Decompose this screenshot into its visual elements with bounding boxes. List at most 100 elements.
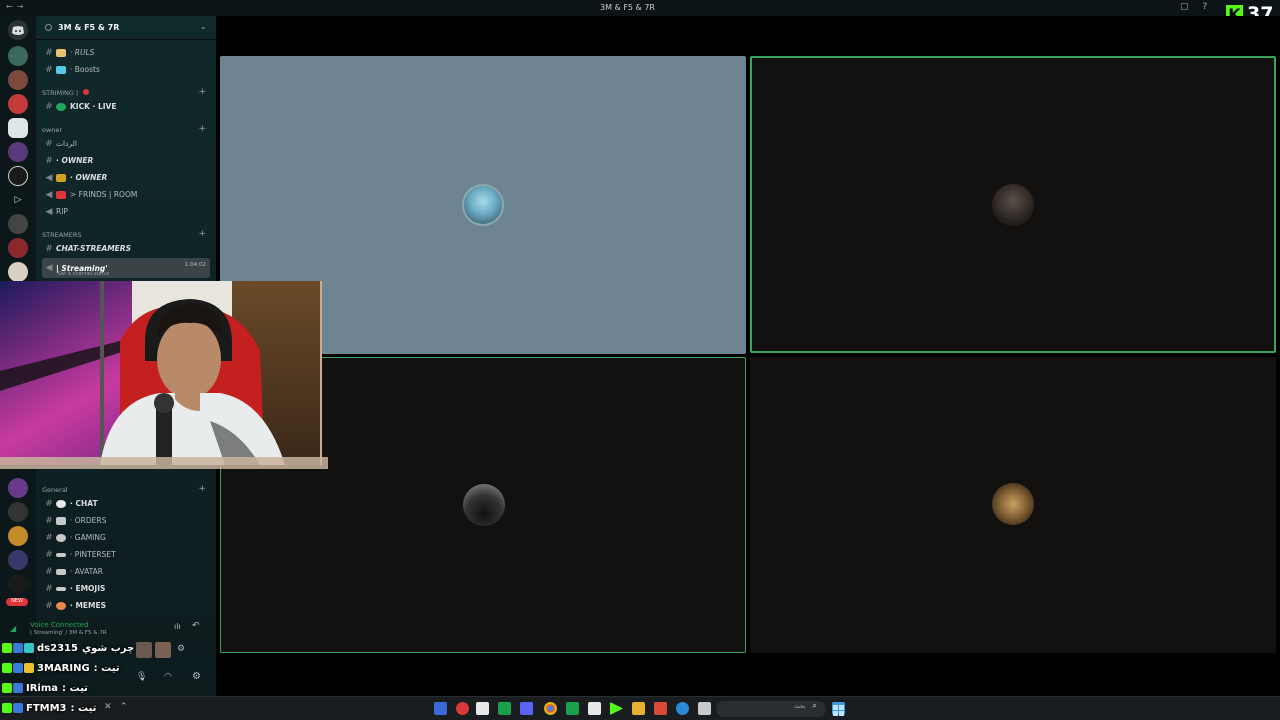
category-streaming[interactable]: STRIMING | + xyxy=(42,87,210,97)
play-icon[interactable]: ▷ xyxy=(8,190,28,210)
discord-taskbar-icon[interactable] xyxy=(520,702,533,715)
noise-suppression-icon[interactable]: ılı xyxy=(174,622,181,631)
chat-text: چرب شوي xyxy=(81,642,135,654)
server-icon[interactable] xyxy=(8,214,28,234)
server-icon[interactable] xyxy=(8,478,28,498)
kick-app-icon[interactable] xyxy=(610,702,623,715)
taskbar-app-icon[interactable] xyxy=(476,702,489,715)
category-general[interactable]: General + xyxy=(42,484,210,494)
edge-icon[interactable] xyxy=(676,702,689,715)
channel-chat-streamers[interactable]: # CHAT-STREAMERS xyxy=(42,241,210,256)
disconnect-icon[interactable]: ↶ xyxy=(192,621,200,631)
add-channel-icon[interactable]: + xyxy=(198,87,206,97)
xbox-icon[interactable] xyxy=(498,702,511,715)
speaker-icon: ◀ xyxy=(45,263,53,273)
server-icon[interactable] xyxy=(8,238,28,258)
taskbar-app-icon[interactable] xyxy=(434,702,447,715)
chat-badges xyxy=(2,703,23,713)
category-label: STREAMERS xyxy=(42,231,82,239)
crown-icon xyxy=(56,173,66,182)
excel-icon[interactable] xyxy=(566,702,579,715)
server-icon[interactable] xyxy=(8,526,28,546)
help-icon[interactable]: ? xyxy=(1203,2,1208,12)
channel-boosts[interactable]: # · Boosts xyxy=(42,62,210,77)
mute-icon[interactable]: ✕ xyxy=(104,702,112,712)
channel-label: RIP xyxy=(56,207,68,216)
server-icon[interactable] xyxy=(8,94,28,114)
pin-icon xyxy=(56,552,66,557)
hash-icon: # xyxy=(45,583,53,594)
channel-replies[interactable]: # الردات xyxy=(42,136,210,151)
channel-gaming[interactable]: # · GAMING xyxy=(42,530,210,545)
participant-tile[interactable] xyxy=(750,357,1276,653)
signal-icon[interactable]: ◢ xyxy=(10,624,16,633)
channel-label: · MEMES xyxy=(70,601,107,610)
calculator-icon[interactable] xyxy=(588,702,601,715)
participant-avatar xyxy=(463,484,505,526)
chat-badges xyxy=(2,683,23,693)
voice-channel-friends[interactable]: ◀ > FRINDS | ROOM xyxy=(42,187,210,202)
channel-pinterest[interactable]: # · PINTERSET xyxy=(42,547,210,562)
hash-icon: # xyxy=(45,515,53,526)
add-channel-icon[interactable]: + xyxy=(198,484,206,494)
add-channel-icon[interactable]: + xyxy=(198,124,206,134)
hash-icon: # xyxy=(45,101,53,112)
chat-message: ds2315 چرب شوي xyxy=(0,639,220,657)
chrome-icon[interactable] xyxy=(544,702,557,715)
voice-connected-label[interactable]: Voice Connected xyxy=(30,621,89,629)
participant-tile-speaking[interactable] xyxy=(750,56,1276,353)
server-icon[interactable] xyxy=(8,262,28,282)
channel-memes[interactable]: # · MEMES xyxy=(42,598,210,613)
server-header[interactable]: 3M & F5 & 7R ⌄ xyxy=(36,16,216,40)
taskbar-app-icon[interactable] xyxy=(698,702,711,715)
category-owner[interactable]: owner + xyxy=(42,124,210,134)
server-icon[interactable] xyxy=(8,70,28,90)
taskbar-app-icon[interactable] xyxy=(456,702,469,715)
channel-rules[interactable]: # · RULS xyxy=(42,45,210,60)
server-boost-icon xyxy=(45,24,52,31)
server-icon[interactable] xyxy=(8,142,28,162)
channel-owner[interactable]: # · OWNER xyxy=(42,153,210,168)
sub-badge-icon xyxy=(13,643,23,653)
chevron-down-icon[interactable]: ⌄ xyxy=(200,22,207,31)
inbox-icon[interactable]: ▢ xyxy=(1180,2,1189,12)
voice-channel-owner[interactable]: ◀ · OWNER xyxy=(42,170,210,185)
search-box[interactable] xyxy=(716,701,826,717)
chat-text: : تيت xyxy=(70,702,97,714)
folder-icon[interactable] xyxy=(632,702,645,715)
channel-orders[interactable]: # · ORDERS xyxy=(42,513,210,528)
channel-label: الردات xyxy=(56,139,77,148)
channel-label: · OWNER xyxy=(56,156,94,165)
chat-message: FTMM3 : تيت xyxy=(0,699,120,717)
windows-start-icon[interactable] xyxy=(832,702,845,716)
taskbar: FTMM3 : تيت ✕ ⌃ بحث ⌕ xyxy=(0,696,1280,720)
office-icon[interactable] xyxy=(654,702,667,715)
chat-message: 3MARING : تيت xyxy=(0,659,220,677)
nav-arrows-icon[interactable]: ←→ xyxy=(6,2,27,11)
chevron-up-icon[interactable]: ⌃ xyxy=(120,702,128,712)
orders-icon xyxy=(56,516,66,525)
server-icon[interactable] xyxy=(8,46,28,66)
laugh-icon xyxy=(56,601,66,610)
chat-text: : تيت xyxy=(93,662,120,674)
voice-channel-rip[interactable]: ◀ RIP xyxy=(42,204,210,219)
gift-badge-icon xyxy=(24,663,34,673)
server-icon[interactable] xyxy=(8,550,28,570)
channel-label: · RULS xyxy=(70,48,95,57)
channel-kick-live[interactable]: # KICK · LIVE xyxy=(42,99,210,114)
channel-chat[interactable]: # · CHAT xyxy=(42,496,210,511)
add-channel-icon[interactable]: + xyxy=(198,229,206,239)
channel-label: · ORDERS xyxy=(70,516,107,525)
chat-text: : تيت xyxy=(62,682,88,694)
category-streamers[interactable]: STREAMERS + xyxy=(42,229,210,239)
voice-channel-streaming[interactable]: ◀ | Streaming' 1:04:02 Set a channel sta… xyxy=(42,258,210,278)
participant-avatar xyxy=(462,184,504,226)
server-icon[interactable] xyxy=(8,118,28,138)
server-icon[interactable] xyxy=(8,574,28,594)
discord-home-icon[interactable] xyxy=(8,20,28,40)
channel-emojis[interactable]: # · EMOJIS xyxy=(42,581,210,596)
server-icon[interactable] xyxy=(8,166,28,186)
channel-status[interactable]: Set a channel status xyxy=(58,271,109,277)
server-icon[interactable] xyxy=(8,502,28,522)
channel-avatar[interactable]: # · AVATAR xyxy=(42,564,210,579)
